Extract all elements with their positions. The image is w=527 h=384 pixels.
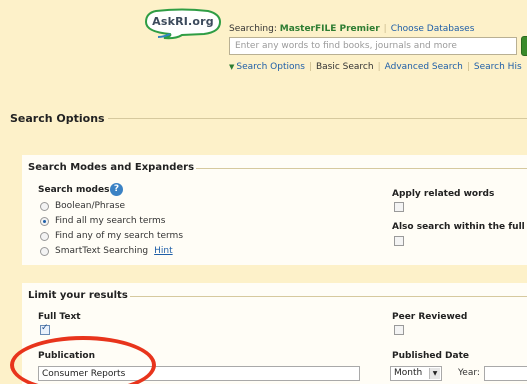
divider: | [308,62,312,72]
advanced-search-link[interactable]: Advanced Search [385,62,463,72]
peer-reviewed-label: Peer Reviewed [392,312,468,322]
radio-button[interactable] [40,201,49,211]
chevron-down-icon[interactable]: ▼ [429,368,440,379]
searching-line: Searching: MasterFILE Premier | Choose Dat… [229,24,474,34]
month-value: Month [394,368,423,378]
mode-label: Find any of my search terms [55,231,184,241]
basic-search-link[interactable]: Basic Search [316,62,374,72]
year-input[interactable] [484,366,527,381]
search-options-link[interactable]: Search Options [236,62,305,72]
checkmark-icon: ✓ [41,323,49,333]
mode-label: Boolean/Phrase [55,201,126,211]
divider [130,296,527,297]
published-date-label: Published Date [392,351,470,361]
mode-boolean[interactable]: Boolean/Phrase [40,201,125,211]
header: AskRI.org Searching: MasterFILE Premier |… [0,0,527,90]
mode-smarttext[interactable]: SmartText Searching Hint [40,246,173,256]
divider [108,118,527,119]
mode-label: Find all my search terms [55,216,166,226]
radio-button[interactable] [40,246,49,256]
mode-find-any[interactable]: Find any of my search terms [40,231,183,241]
mode-find-all[interactable]: Find all my search terms [40,216,165,226]
database-name: MasterFILE Premier [279,24,380,34]
divider: | [466,62,470,72]
hint-link[interactable]: Hint [154,246,173,256]
divider: | [377,62,381,72]
triangle-down-icon: ▼ [229,63,235,71]
apply-related-words-checkbox[interactable] [394,202,404,212]
full-text-checkbox[interactable]: ✓ [40,323,50,335]
askri-logo[interactable]: AskRI.org [142,8,222,40]
full-text-label: Full Text [38,312,81,322]
apply-related-words-label: Apply related words [392,189,495,199]
search-button[interactable] [521,36,527,56]
search-input[interactable] [229,37,517,55]
also-search-within-label: Also search within the full t [392,222,527,232]
help-icon[interactable]: ? [110,183,123,196]
search-history-link[interactable]: Search His [474,62,522,72]
month-select[interactable]: Month ▼ [390,366,442,381]
year-label: Year: [458,368,480,378]
also-search-within-checkbox[interactable] [394,236,404,246]
divider: | [383,24,387,34]
choose-databases-link[interactable]: Choose Databases [391,24,475,34]
search-options-title: Search Options [10,112,105,125]
radio-button[interactable] [40,231,49,241]
search-nav: ▼ Search Options | Basic Search | Advanced Se… [229,62,522,72]
searching-label: Searching: [229,24,277,34]
divider [196,168,527,169]
modes-expanders-title: Search Modes and Expanders [28,162,195,173]
radio-button[interactable] [40,216,49,226]
limit-results-title: Limit your results [28,290,128,301]
mode-label: SmartText Searching [55,246,149,256]
logo-text: AskRI.org [152,15,214,28]
peer-reviewed-checkbox[interactable] [394,325,404,335]
search-modes-label: Search modes [38,185,110,195]
